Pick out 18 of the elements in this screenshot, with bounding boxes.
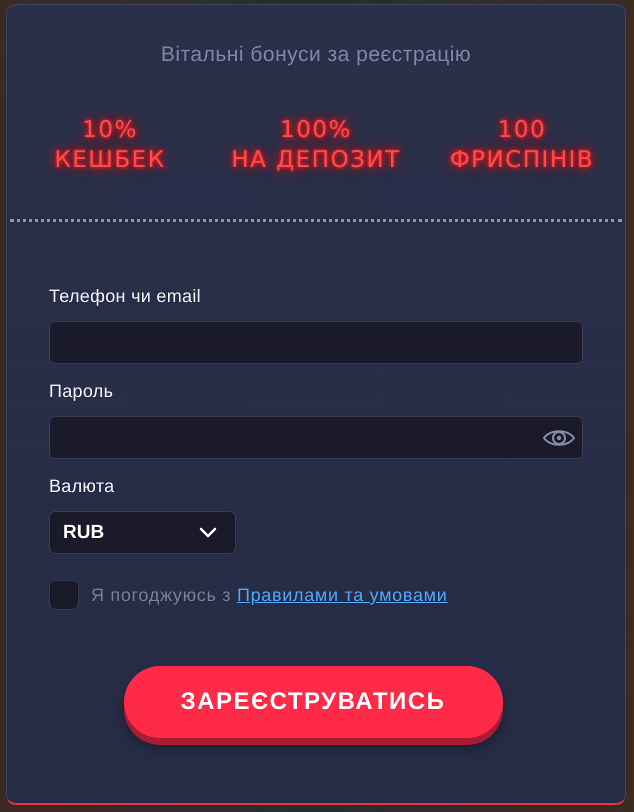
agreement-text: Я погоджуюсь з Правилами та умовами [91,584,448,606]
field-label: Пароль [49,380,114,402]
bonus-label: КЕШБЕК [54,146,166,175]
bonus-value: 100% [280,116,352,145]
password-field[interactable] [49,416,583,459]
field-label: Валюта [49,475,114,497]
chevron-icon [199,527,217,538]
bonus-value: 10% [82,116,138,145]
currency-select[interactable]: RUB [49,511,236,554]
panel-title: Вітальні бонуси за реєстрацію [160,42,472,68]
bonus-value: 100 [498,116,546,145]
bonus-label: НА ДЕПОЗИТ [231,146,401,175]
field-label: Телефон чи email [49,285,201,307]
register-button[interactable]: ЗАРЕЄСТРУВАТИСЬ [124,666,502,738]
input-field[interactable] [49,321,583,364]
checkbox[interactable] [49,580,79,610]
bonus-label: ФРИСПІНІВ [450,146,594,175]
terms-link[interactable]: Правилами та умовами [236,585,448,605]
